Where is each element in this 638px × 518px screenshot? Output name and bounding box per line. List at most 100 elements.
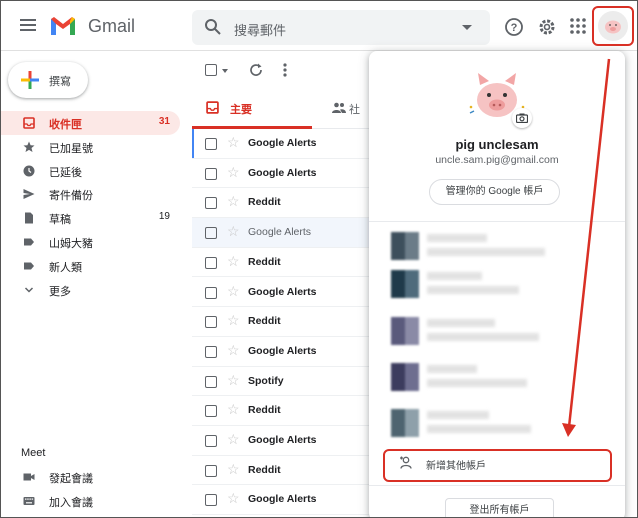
gmail-logo-icon[interactable]: [49, 15, 77, 37]
row-checkbox[interactable]: [205, 286, 217, 299]
row-checkbox[interactable]: [205, 316, 217, 329]
blurred-avatar: [391, 270, 419, 298]
mail-row[interactable]: ☆ Google Alerts: [192, 277, 372, 308]
inbox-icon: [23, 117, 35, 129]
main-menu-icon[interactable]: [20, 19, 36, 31]
other-account-item[interactable]: [369, 401, 625, 447]
highlight-box-avatar: [592, 6, 634, 46]
divider: [369, 485, 625, 486]
other-account-item[interactable]: [369, 309, 625, 355]
star-toggle-icon[interactable]: ☆: [227, 194, 240, 208]
other-account-item[interactable]: [369, 355, 625, 401]
star-toggle-icon[interactable]: ☆: [227, 135, 240, 149]
sidebar-item-more[interactable]: 更多: [1, 278, 180, 302]
sidebar-item-inbox[interactable]: 收件匣 31: [1, 111, 180, 135]
chevron-down-icon: [24, 287, 34, 293]
mail-row[interactable]: ☆ Google Alerts: [192, 485, 372, 516]
star-toggle-icon[interactable]: ☆: [227, 254, 240, 268]
blurred-text: [427, 286, 519, 294]
row-checkbox[interactable]: [205, 256, 217, 269]
sidebar-item-starred[interactable]: 已加星號: [1, 135, 180, 159]
row-checkbox[interactable]: [205, 405, 217, 418]
change-photo-button[interactable]: [512, 108, 532, 128]
mail-sender: Reddit: [248, 196, 281, 209]
sidebar-item-drafts[interactable]: 草稿 19: [1, 206, 180, 230]
search-options-icon[interactable]: [462, 25, 472, 30]
mail-row[interactable]: ☆ Reddit: [192, 247, 372, 278]
mail-sender: Google Alerts: [248, 166, 317, 179]
meet-item-label: 發起會議: [49, 473, 93, 485]
mail-sender: Reddit: [248, 463, 281, 476]
select-dropdown-icon[interactable]: [222, 69, 228, 73]
svg-text:?: ?: [511, 22, 518, 34]
blurred-text: [427, 333, 539, 341]
star-toggle-icon[interactable]: ☆: [227, 343, 240, 357]
blurred-text: [427, 379, 527, 387]
row-checkbox[interactable]: [205, 345, 217, 358]
row-checkbox[interactable]: [205, 435, 217, 447]
compose-button[interactable]: 撰寫: [8, 62, 88, 98]
blurred-avatar: [391, 363, 419, 391]
mail-row[interactable]: ☆ Google Alerts: [192, 336, 372, 367]
mail-row[interactable]: ☆ Reddit: [192, 307, 372, 337]
sidebar-item-label: 收件匣: [49, 119, 82, 131]
mail-row[interactable]: ☆ Reddit: [192, 188, 372, 219]
star-toggle-icon[interactable]: ☆: [227, 491, 240, 505]
video-icon: [23, 473, 35, 481]
sidebar-item-sent[interactable]: 寄件備份: [1, 182, 180, 206]
row-checkbox[interactable]: [205, 167, 217, 180]
search-icon[interactable]: [204, 18, 222, 36]
mail-row[interactable]: ☆ Google Alerts: [192, 129, 372, 159]
refresh-icon[interactable]: [248, 62, 264, 78]
row-checkbox[interactable]: [205, 375, 217, 388]
mail-sender: Google Alerts: [248, 344, 317, 357]
mail-sender: Spotify: [248, 374, 284, 387]
sidebar-item-label-samdazhu[interactable]: 山姆大豬: [1, 230, 180, 254]
row-checkbox[interactable]: [205, 464, 217, 477]
manage-account-button[interactable]: 管理你的 Google 帳戶: [429, 179, 560, 205]
draft-count: 19: [158, 211, 170, 222]
star-toggle-icon[interactable]: ☆: [227, 462, 240, 476]
row-checkbox[interactable]: [205, 494, 217, 507]
star-toggle-icon[interactable]: ☆: [227, 313, 240, 327]
inbox-icon: [206, 101, 219, 114]
mail-sender: Google Alerts: [248, 137, 317, 149]
meet-new-meeting[interactable]: 發起會議: [1, 466, 181, 488]
search-input[interactable]: 搜尋郵件: [234, 20, 286, 39]
mail-row[interactable]: ☆ Google Alerts: [192, 158, 372, 189]
star-toggle-icon[interactable]: ☆: [227, 284, 240, 298]
mail-row[interactable]: ☆ Google Alerts: [192, 426, 372, 456]
mail-toolbar: [192, 53, 372, 87]
blurred-text: [427, 248, 545, 256]
sidebar-item-label-xinrenlei[interactable]: 新人類: [1, 254, 180, 278]
sign-out-all-button[interactable]: 登出所有帳戶: [445, 498, 554, 517]
account-panel: pig unclesam uncle.sam.pig@gmail.com 管理你…: [369, 51, 625, 517]
row-checkbox[interactable]: [205, 227, 217, 240]
star-toggle-icon[interactable]: ☆: [227, 432, 240, 446]
more-vert-icon[interactable]: [282, 62, 288, 78]
star-toggle-icon[interactable]: ☆: [227, 402, 240, 416]
mail-row[interactable]: ☆ Spotify: [192, 366, 372, 397]
mail-row[interactable]: ☆ Reddit: [192, 455, 372, 486]
mail-row[interactable]: ☆ Google Alerts: [192, 218, 372, 248]
row-checkbox[interactable]: [205, 138, 217, 150]
star-toggle-icon[interactable]: ☆: [227, 224, 240, 238]
blurred-text: [427, 319, 495, 327]
account-email: uncle.sam.pig@gmail.com: [435, 154, 559, 166]
search-bar[interactable]: 搜尋郵件: [192, 10, 490, 45]
tab-primary[interactable]: 主要: [192, 91, 312, 129]
sidebar-item-label: 新人類: [49, 262, 82, 274]
meet-join-meeting[interactable]: 加入會議: [1, 490, 181, 512]
select-all-checkbox[interactable]: [205, 64, 217, 76]
sidebar-item-snoozed[interactable]: 已延後: [1, 159, 180, 183]
star-toggle-icon[interactable]: ☆: [227, 165, 240, 179]
settings-icon[interactable]: [537, 17, 557, 37]
mail-row[interactable]: ☆ Reddit: [192, 396, 372, 426]
row-checkbox[interactable]: [205, 197, 217, 210]
apps-grid-icon[interactable]: [569, 17, 587, 35]
unread-count: 31: [158, 116, 170, 127]
other-account-item[interactable]: [369, 262, 625, 308]
star-toggle-icon[interactable]: ☆: [227, 373, 240, 387]
tab-social[interactable]: 社: [322, 91, 372, 129]
help-icon[interactable]: ?: [504, 17, 524, 37]
